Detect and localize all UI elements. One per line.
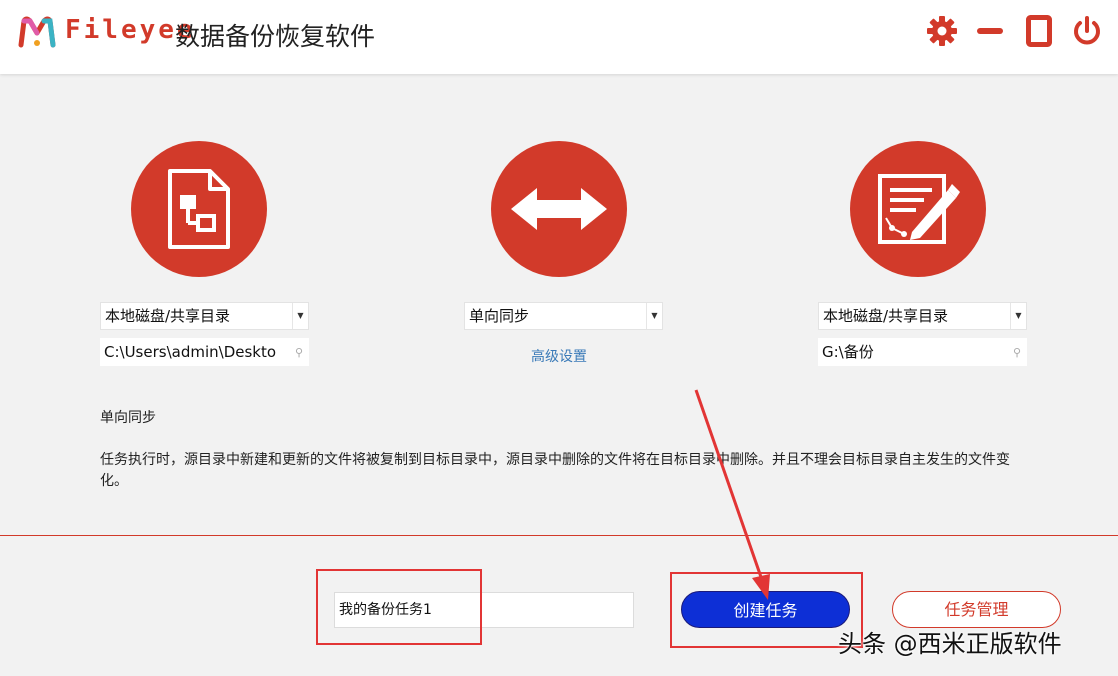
watermark: 头条 @西米正版软件 <box>838 630 1062 658</box>
mode-description-title: 单向同步 <box>100 410 156 426</box>
title-bar: Fileyee 数据备份恢复软件 <box>0 0 1118 74</box>
app-title: 数据备份恢复软件 <box>175 22 376 51</box>
divider <box>0 535 1118 536</box>
target-type-select[interactable]: 本地磁盘/共享目录 ▼ <box>818 302 1027 330</box>
power-icon[interactable] <box>1070 14 1104 48</box>
task-management-button[interactable]: 任务管理 <box>892 591 1061 628</box>
chevron-down-icon[interactable]: ▼ <box>292 303 308 329</box>
sync-mode-value: 单向同步 <box>469 307 530 325</box>
target-path-input[interactable]: G:\备份 ⚲ <box>818 338 1027 366</box>
sync-mode-select[interactable]: 单向同步 ▼ <box>464 302 663 330</box>
search-icon[interactable]: ⚲ <box>1013 339 1021 366</box>
annotation-box-task-name <box>316 569 482 645</box>
source-file-icon[interactable] <box>131 141 267 277</box>
maximize-icon[interactable] <box>1022 14 1056 48</box>
target-path-value: G:\备份 <box>822 343 874 361</box>
source-type-value: 本地磁盘/共享目录 <box>105 307 231 325</box>
fileyee-logo-icon <box>18 16 56 48</box>
source-path-input[interactable]: C:\Users\admin\Deskto ⚲ <box>100 338 309 366</box>
chevron-down-icon[interactable]: ▼ <box>1010 303 1026 329</box>
chevron-down-icon[interactable]: ▼ <box>646 303 662 329</box>
target-document-edit-icon[interactable] <box>850 141 986 277</box>
source-path-value: C:\Users\admin\Deskto <box>104 343 277 361</box>
source-type-select[interactable]: 本地磁盘/共享目录 ▼ <box>100 302 309 330</box>
mode-description-text: 任务执行时，源目录中新建和更新的文件将被复制到目标目录中，源目录中删除的文件将在… <box>100 452 1010 489</box>
sync-direction-icon[interactable] <box>491 141 627 277</box>
advanced-settings-link[interactable]: 高级设置 <box>531 346 587 366</box>
annotation-box-create-task <box>670 572 863 648</box>
target-type-value: 本地磁盘/共享目录 <box>823 307 949 325</box>
settings-gear-icon[interactable] <box>925 14 959 48</box>
minimize-icon[interactable] <box>973 14 1007 48</box>
search-icon[interactable]: ⚲ <box>295 339 303 366</box>
